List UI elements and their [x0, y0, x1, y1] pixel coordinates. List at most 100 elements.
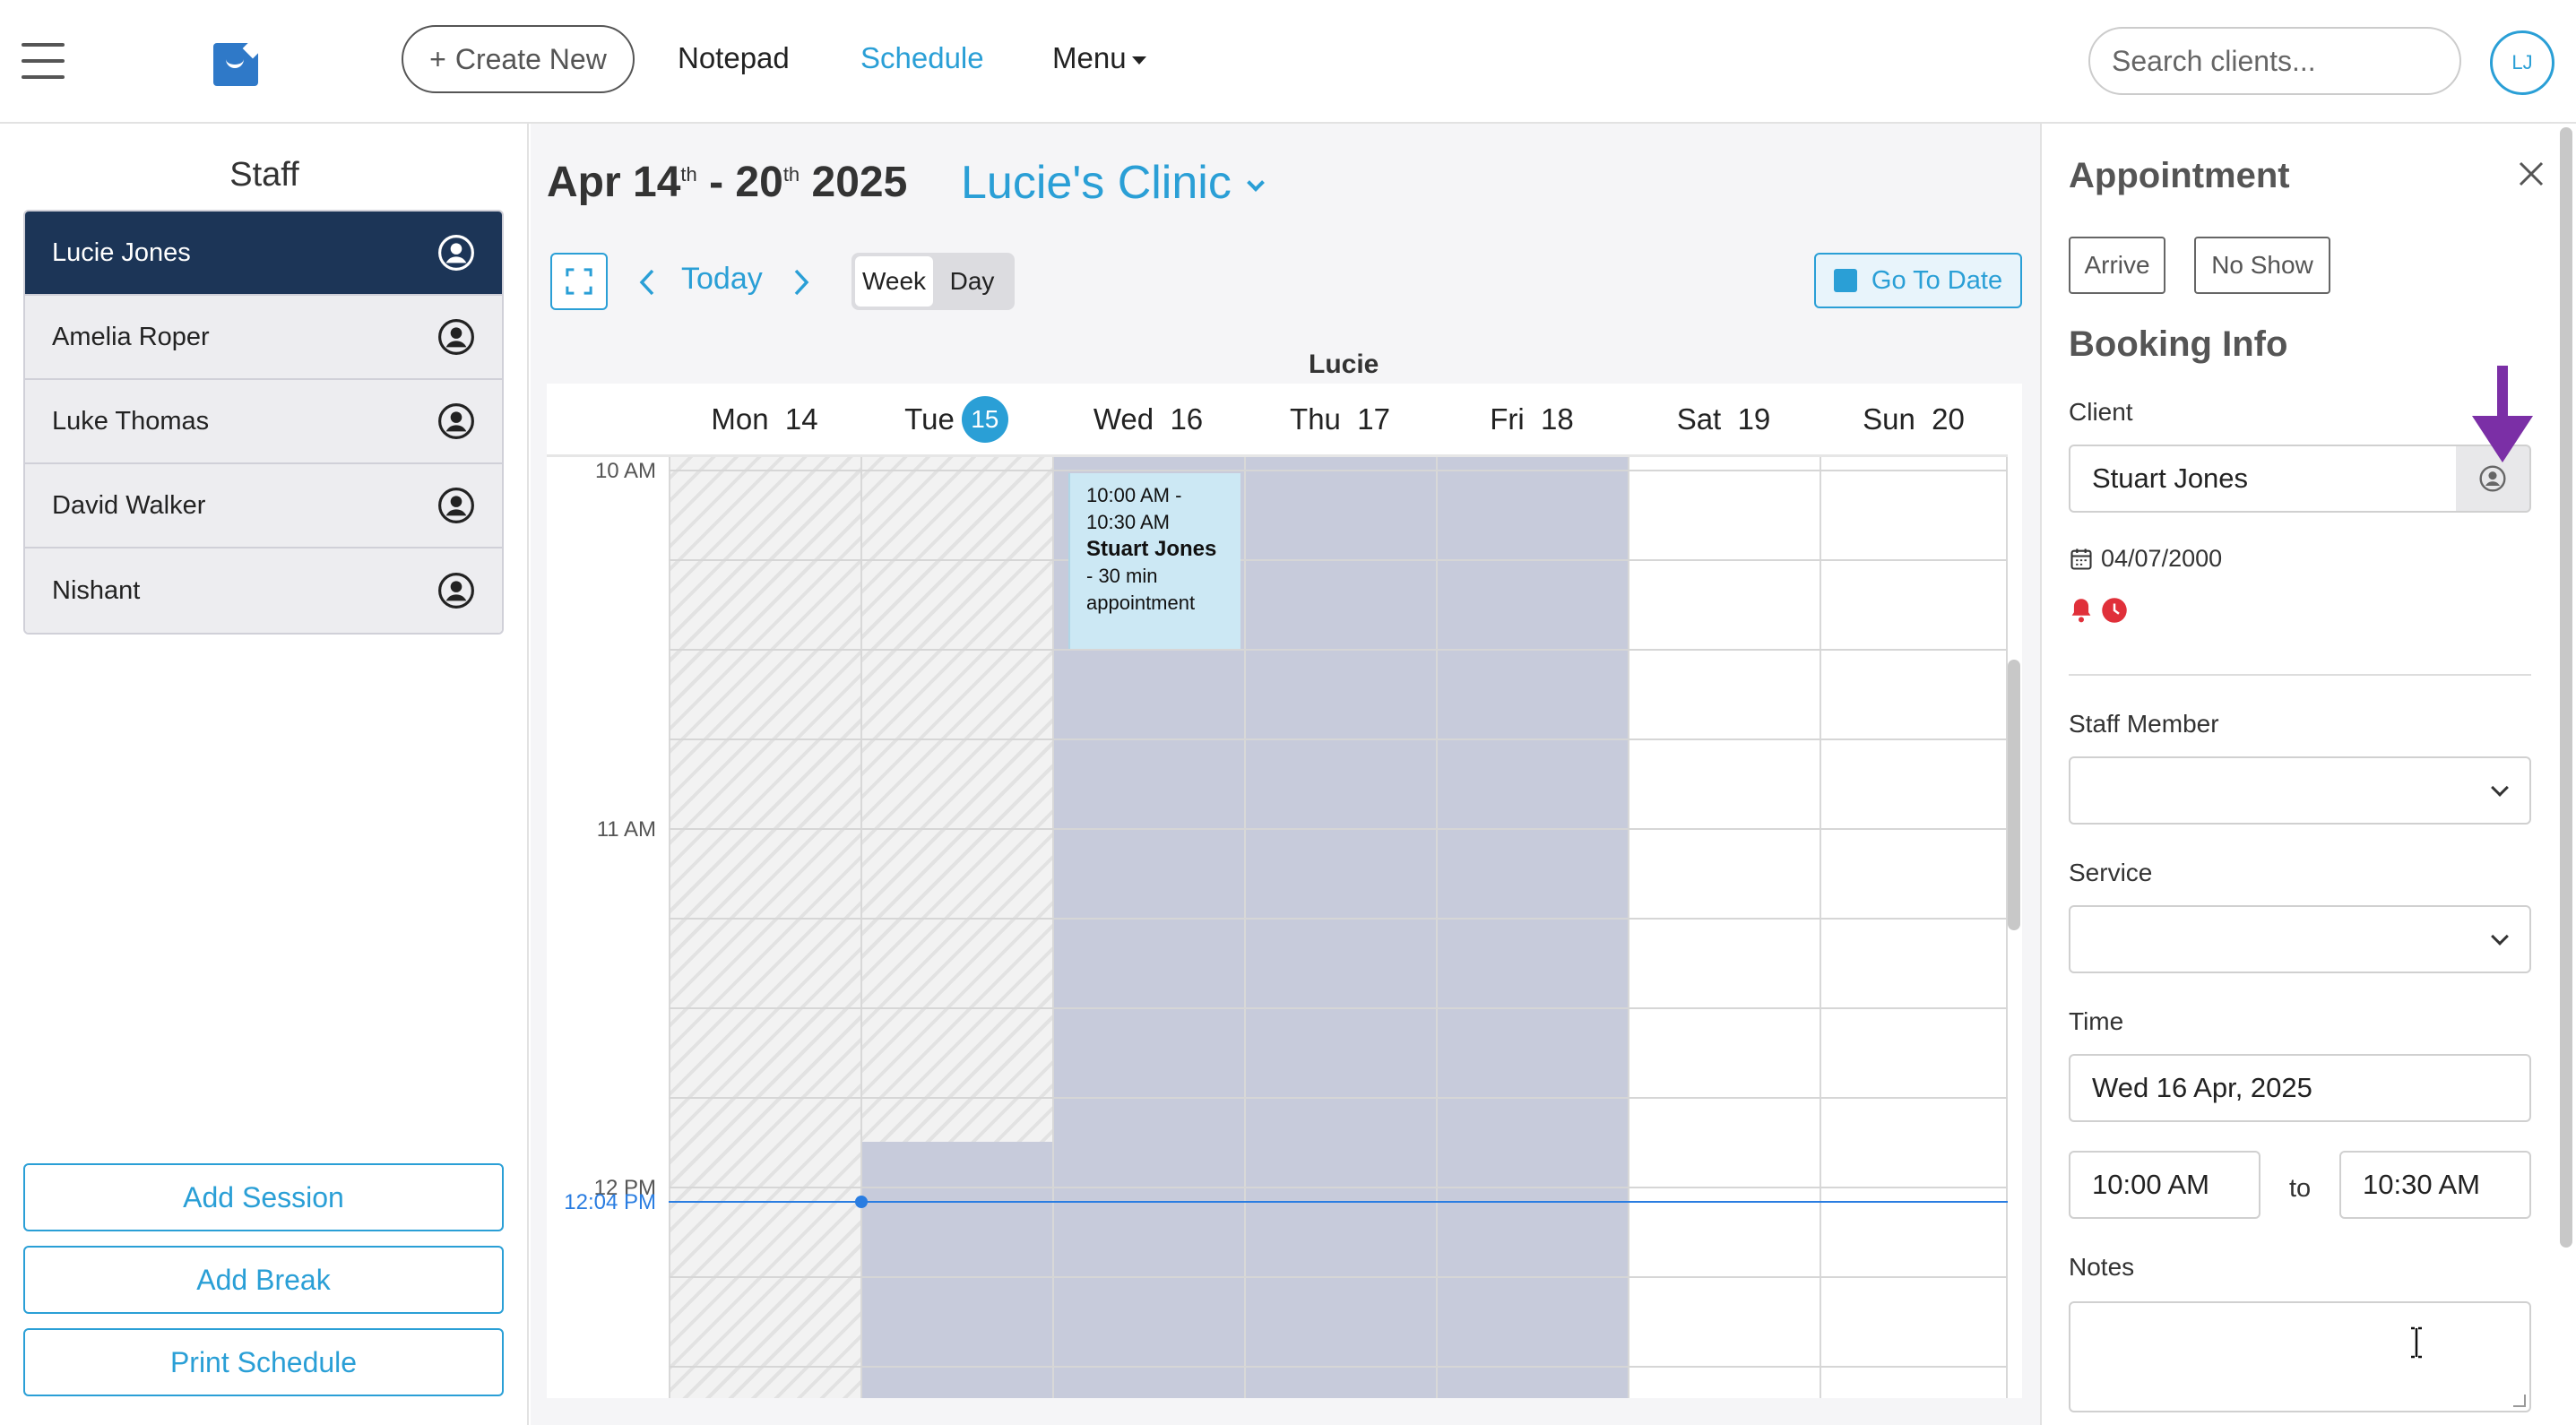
go-to-date-label: Go To Date [1871, 265, 2003, 295]
day-header: Sun 20 [1820, 384, 2008, 457]
add-session-button[interactable]: Add Session [23, 1163, 504, 1231]
day-name: Mon [711, 402, 769, 436]
heading-month: Apr [547, 159, 621, 206]
client-alerts [2069, 597, 2128, 624]
event-time: 10:00 AM - 10:30 AM [1086, 484, 1182, 533]
clock-icon[interactable] [2101, 597, 2128, 624]
chevron-down-icon [2491, 779, 2509, 797]
day-column[interactable] [1244, 457, 1436, 1398]
appointment-title: Appointment [2069, 156, 2290, 195]
staff-name: Amelia Roper [52, 322, 210, 351]
day-num: 14 [784, 402, 818, 436]
staff-item[interactable]: Luke Thomas [25, 380, 502, 464]
day-header: Sat 19 [1628, 384, 1820, 457]
app-logo[interactable] [213, 43, 258, 86]
booking-info-title: Booking Info [2069, 324, 2288, 364]
day-column[interactable] [669, 457, 860, 1398]
person-circle-icon [438, 403, 474, 439]
day-num: 19 [1737, 402, 1771, 436]
current-time-dot [855, 1196, 868, 1208]
bell-icon[interactable] [2069, 597, 2094, 624]
calendar-scrollbar[interactable] [2008, 660, 2020, 930]
create-new-button[interactable]: + Create New [402, 25, 635, 93]
plus-icon: + [429, 42, 446, 75]
nav-notepad[interactable]: Notepad [678, 41, 790, 75]
chevron-left-icon[interactable] [635, 267, 661, 298]
time-label: 11 AM [596, 817, 656, 842]
close-icon[interactable] [2513, 156, 2549, 192]
grid-line [669, 1276, 2008, 1278]
nav-schedule[interactable]: Schedule [860, 41, 984, 75]
arrive-button[interactable]: Arrive [2069, 237, 2165, 294]
grid-line [669, 738, 2008, 740]
day-column[interactable] [1628, 457, 1820, 1398]
print-schedule-button[interactable]: Print Schedule [23, 1328, 504, 1396]
day-column[interactable] [1820, 457, 2008, 1398]
client-label: Client [2069, 398, 2133, 426]
add-break-button[interactable]: Add Break [23, 1246, 504, 1314]
hamburger-icon[interactable] [22, 43, 65, 79]
user-avatar[interactable]: LJ [2490, 30, 2554, 95]
end-time-field[interactable]: 10:30 AM [2339, 1151, 2531, 1219]
appointment-event[interactable]: 10:00 AM - 10:30 AM Stuart Jones - 30 mi… [1068, 473, 1240, 649]
staff-item[interactable]: Nishant [25, 548, 502, 633]
day-header: Mon 14 [669, 384, 860, 457]
expand-button[interactable] [550, 253, 608, 310]
view-toggle: Week Day [851, 253, 1015, 310]
day-name: Fri [1490, 402, 1525, 436]
today-badge: 15 [961, 395, 1008, 443]
person-circle-icon [438, 235, 474, 271]
header-corner [547, 384, 669, 457]
day-header: Tue 15 [860, 384, 1052, 457]
day-name: Sat [1676, 402, 1722, 436]
text-cursor-icon [2411, 1326, 2422, 1359]
service-label: Service [2069, 859, 2153, 886]
chevron-right-icon[interactable] [787, 267, 814, 298]
time-label: Time [2069, 1007, 2124, 1035]
heading-end-suffix: th [782, 163, 800, 186]
client-field[interactable]: Stuart Jones [2069, 445, 2458, 513]
staff-panel: Staff Lucie Jones Amelia Roper Luke Thom… [0, 124, 529, 1425]
nav-menu-dropdown[interactable]: Menu [1052, 41, 1146, 75]
staff-name: Luke Thomas [52, 406, 210, 436]
chevron-down-icon [1246, 174, 1265, 192]
calendar-icon [1833, 269, 1857, 292]
day-num: 16 [1170, 402, 1204, 436]
service-select[interactable] [2069, 905, 2531, 973]
clinic-selector[interactable]: Lucie's Clinic [961, 156, 1265, 210]
event-desc: - 30 min appointment [1086, 565, 1196, 614]
day-name: Wed [1093, 402, 1154, 436]
day-header: Thu 17 [1244, 384, 1436, 457]
event-client: Stuart Jones [1086, 537, 1217, 561]
calendar-icon [2070, 548, 2092, 570]
staff-name: Lucie Jones [52, 238, 191, 267]
grid-line [669, 1187, 2008, 1188]
day-column[interactable] [1436, 457, 1628, 1398]
staff-item[interactable]: David Walker [25, 464, 502, 548]
go-to-date-button[interactable]: Go To Date [1814, 253, 2022, 308]
week-view-button[interactable]: Week [855, 256, 933, 307]
notes-textarea[interactable] [2069, 1301, 2531, 1412]
grid-line [669, 559, 2008, 561]
start-time-field[interactable]: 10:00 AM [2069, 1151, 2260, 1219]
time-label: 10 AM [594, 459, 656, 483]
working-hours-block [860, 1142, 1052, 1398]
heading-start-suffix: th [680, 163, 697, 186]
staff-title: Staff [229, 156, 299, 194]
staff-member-label: Staff Member [2069, 710, 2219, 738]
resize-handle-icon[interactable] [2513, 1395, 2526, 1407]
today-button[interactable]: Today [681, 262, 763, 297]
staff-member-select[interactable] [2069, 756, 2531, 825]
create-new-label: Create New [454, 42, 607, 75]
date-field[interactable]: Wed 16 Apr, 2025 [2069, 1054, 2531, 1122]
day-header: Fri 18 [1436, 384, 1628, 457]
page-scrollbar[interactable] [2556, 124, 2576, 1253]
no-show-button[interactable]: No Show [2194, 237, 2330, 294]
staff-item[interactable]: Amelia Roper [25, 296, 502, 380]
search-clients-input[interactable] [2088, 27, 2461, 95]
heading-start-day: 14 [633, 159, 681, 206]
staff-item[interactable]: Lucie Jones [25, 212, 502, 296]
day-view-button[interactable]: Day [933, 256, 1011, 307]
divider [2069, 674, 2531, 676]
person-circle-icon [438, 319, 474, 355]
